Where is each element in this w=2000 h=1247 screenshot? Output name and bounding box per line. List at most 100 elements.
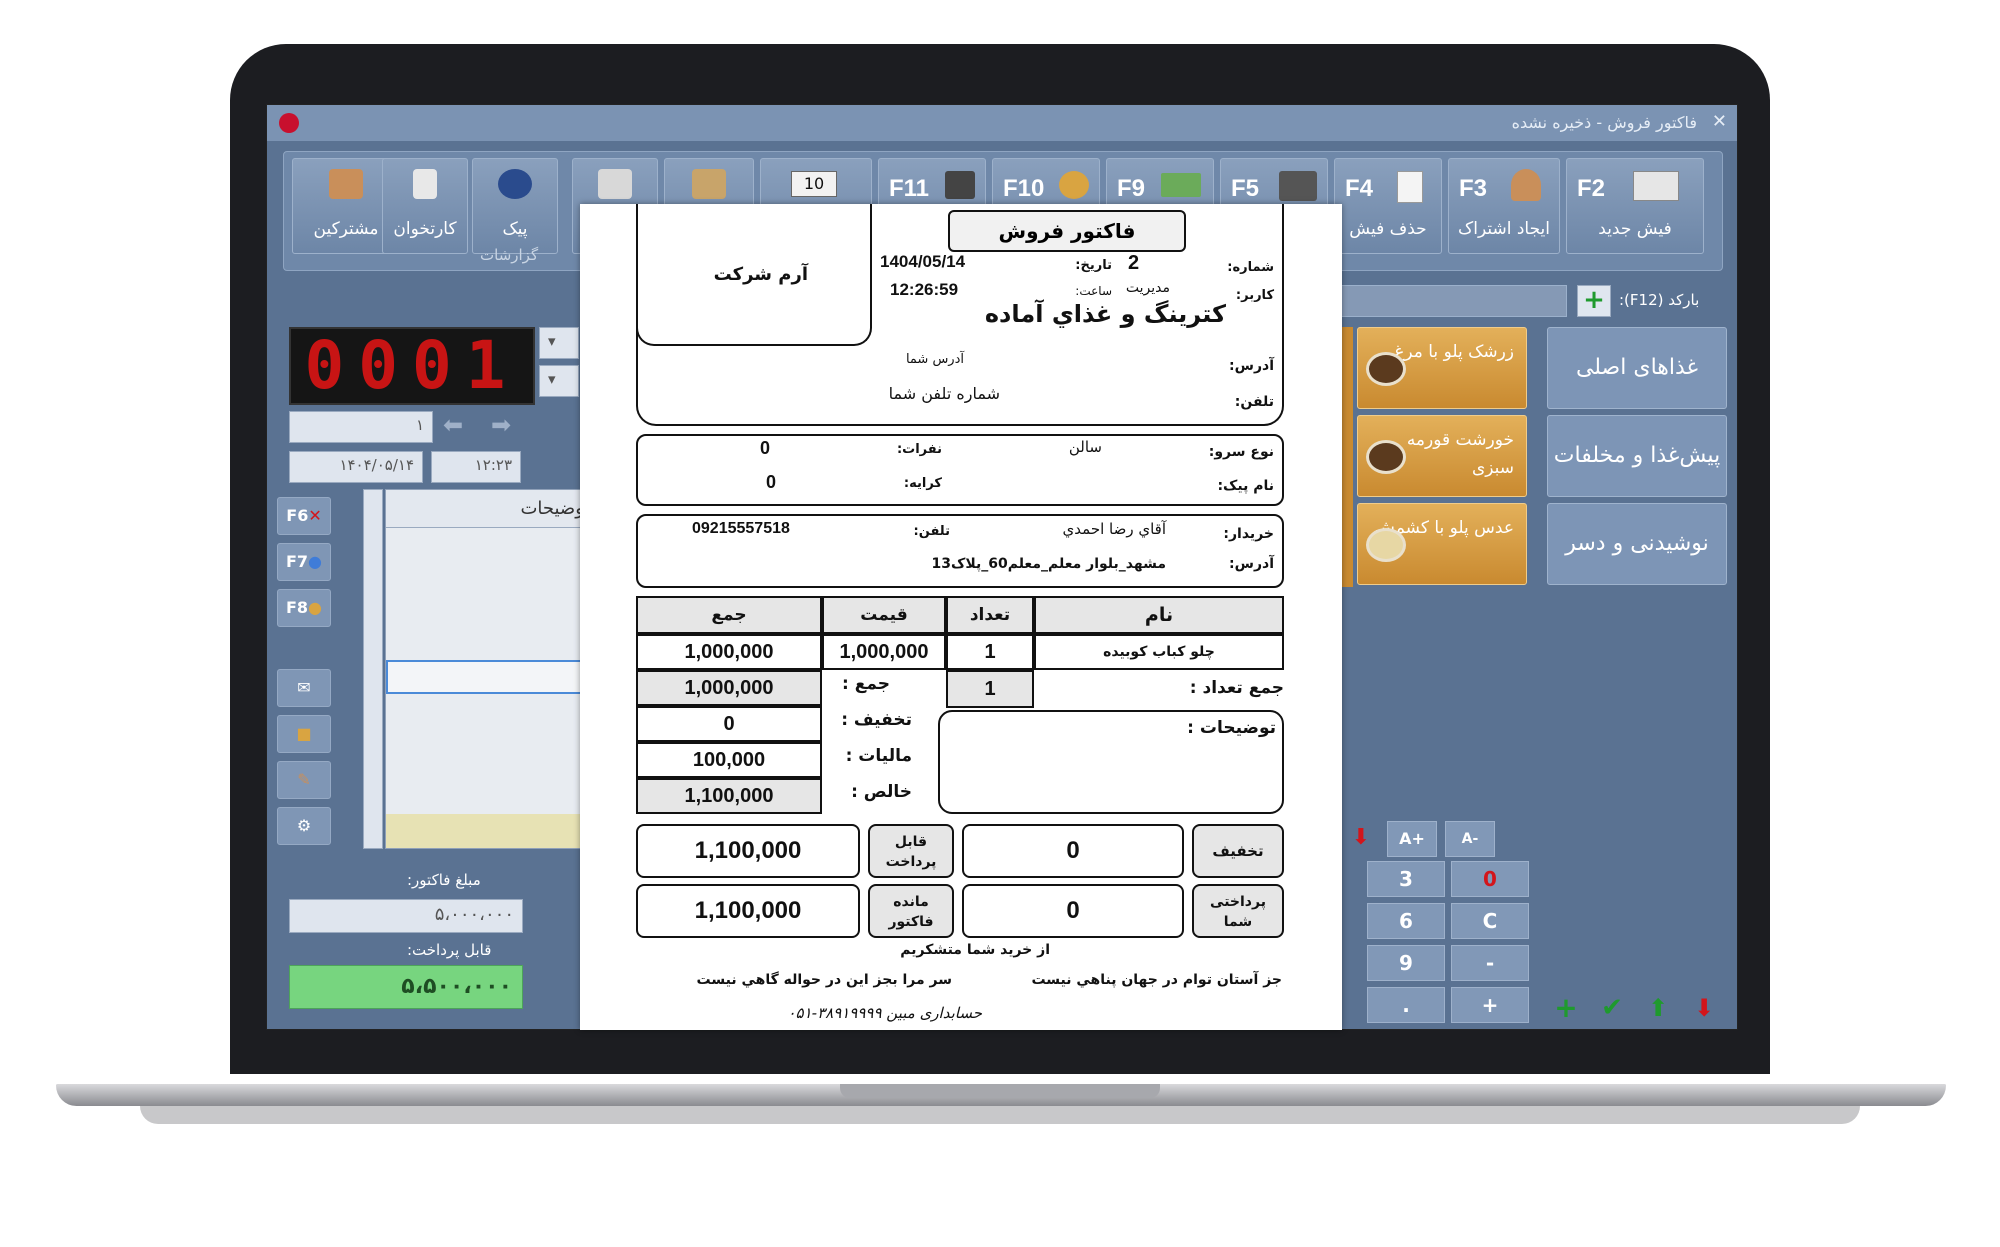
food-item-2[interactable]: خورشت قورمه سبزی xyxy=(1357,415,1527,497)
keypad-key[interactable]: . xyxy=(1367,987,1445,1023)
f9-key: F9 xyxy=(1117,175,1146,202)
mail-button[interactable]: ✉ xyxy=(277,669,331,707)
delete-receipt-label: حذف فیش xyxy=(1349,219,1427,239)
poem-line-left: سر مرا بجز اين در حواله گاهي نيست xyxy=(696,972,952,988)
col-total-header: جمع xyxy=(636,596,822,634)
payable-value: 1,100,000 xyxy=(636,824,860,878)
keypad-key[interactable]: 9 xyxy=(1367,945,1445,981)
tools-button[interactable]: ✎ xyxy=(277,761,331,799)
back-arrow-icon[interactable]: ⬅ xyxy=(443,411,463,439)
net-label: خالص : xyxy=(851,782,912,802)
f6-key: F6 xyxy=(286,506,309,525)
up-arrow-icon[interactable]: ⬆ xyxy=(1639,993,1677,1027)
app-logo-icon xyxy=(279,113,299,133)
new-receipt-label: فیش جدید xyxy=(1598,219,1672,239)
f8-key: F8 xyxy=(285,598,309,617)
item-total: 1,000,000 xyxy=(636,634,822,670)
people-icon xyxy=(329,169,363,199)
f8-button[interactable]: F8● xyxy=(277,589,331,627)
courier-label: پیک xyxy=(502,219,528,239)
new-receipt-button[interactable]: F2 فیش جدید xyxy=(1566,158,1704,254)
receipt-title: فاکتور فروش xyxy=(948,210,1186,252)
food-item-label: زرشک پلو با مرغ xyxy=(1394,342,1514,362)
time-field[interactable]: ۱۲:۲۳ xyxy=(431,451,521,483)
qty-sum-label: جمع تعداد : xyxy=(1189,678,1284,698)
title-bar: فاکتور فروش - ذخیره نشده ✕ xyxy=(267,105,1737,141)
lock-button[interactable]: ■ xyxy=(277,715,331,753)
add-icon[interactable]: + xyxy=(1547,993,1585,1027)
courier-button[interactable]: پیک xyxy=(472,158,558,254)
card-reader-icon xyxy=(413,169,437,199)
dropdown-1[interactable]: ▾ xyxy=(539,327,579,359)
receipt-preview: آرم شرکت فاکتور فروش شماره: 2 تاریخ: 140… xyxy=(580,204,1342,1030)
coins-icon xyxy=(1059,171,1089,199)
phone-label: تلفن: xyxy=(1234,394,1274,410)
tax-value: 100,000 xyxy=(636,742,822,778)
food-image-icon xyxy=(1366,440,1406,474)
buyer-phone: 09215557518 xyxy=(692,520,790,537)
discount-box-value: 0 xyxy=(962,824,1184,878)
company-address: آدرس شما xyxy=(905,352,964,367)
category-main-dishes[interactable]: غذاهای اصلی xyxy=(1547,327,1727,409)
category-appetizers[interactable]: پیش‌غذا و مخلفات xyxy=(1547,415,1727,497)
grid-scrollbar[interactable] xyxy=(363,489,383,849)
date-field[interactable]: ۱۴۰۴/۰۵/۱۴ xyxy=(289,451,423,483)
qty-sum-value: 1 xyxy=(946,670,1034,708)
receipt-time: 12:26:59 xyxy=(890,280,959,299)
dropdown-2[interactable]: ▾ xyxy=(539,365,579,397)
f7-button[interactable]: F7● xyxy=(277,543,331,581)
receipt-date: 1404/05/14 xyxy=(880,252,966,271)
delete-receipt-button[interactable]: F4 حذف فیش xyxy=(1334,158,1442,254)
col-qty-header: تعداد xyxy=(946,596,1034,634)
delete-document-icon xyxy=(1397,171,1423,203)
f10-key: F10 xyxy=(1003,175,1045,202)
courier-label: نام پیک: xyxy=(1217,478,1274,494)
coins-icon: ● xyxy=(308,598,323,617)
service-label: نوع سرو: xyxy=(1208,444,1274,460)
food-item-1[interactable]: زرشک پلو با مرغ xyxy=(1357,327,1527,409)
check-icon[interactable]: ✔ xyxy=(1593,993,1631,1027)
copies-input[interactable]: 10 xyxy=(791,171,837,197)
font-bigger-button[interactable]: A+ xyxy=(1387,821,1437,857)
down-arrow-icon[interactable]: ⬇ xyxy=(1685,993,1723,1027)
company-logo-text: آرم شرکت xyxy=(713,264,808,285)
fee-label: کرایه: xyxy=(903,476,942,491)
keypad-key[interactable]: + xyxy=(1451,987,1529,1023)
food-image-icon xyxy=(1366,528,1406,562)
laptop-notch xyxy=(840,1084,1160,1098)
keypad-key[interactable]: C xyxy=(1451,903,1529,939)
card-reader-button[interactable]: کارتخوان xyxy=(382,158,468,254)
counter-field[interactable]: ۱ xyxy=(289,411,433,443)
keypad-key[interactable]: 3 xyxy=(1367,861,1445,897)
buyer-phone-label: تلفن: xyxy=(913,524,950,539)
f11-key: F11 xyxy=(889,175,930,202)
receipt-number: 2 xyxy=(1128,252,1140,274)
discount-box-label: تخفیف xyxy=(1192,824,1284,878)
business-name: کترینگ و غذاي آماده xyxy=(984,300,1226,328)
category-drinks-desserts[interactable]: نوشیدنی و دسر xyxy=(1547,503,1727,585)
font-smaller-button[interactable]: A- xyxy=(1445,821,1495,857)
address-label: آدرس: xyxy=(1229,358,1274,374)
notes-label: توضیحات : xyxy=(1187,718,1276,738)
f6-button[interactable]: F6✕ xyxy=(277,497,331,535)
gear-icon: ⚙ xyxy=(296,816,312,835)
keypad-key[interactable]: 6 xyxy=(1367,903,1445,939)
keypad-key[interactable]: - xyxy=(1451,945,1529,981)
create-subscription-button[interactable]: F3 ایجاد اشتراک xyxy=(1448,158,1560,254)
settings-button[interactable]: ⚙ xyxy=(277,807,331,845)
tax-label: مالیات : xyxy=(845,746,912,766)
forward-arrow-icon[interactable]: ➡ xyxy=(491,411,511,439)
laptop-shadow xyxy=(140,1106,1860,1124)
remaining-value: 1,100,000 xyxy=(636,884,860,938)
close-icon[interactable]: ✕ xyxy=(1712,111,1727,132)
invoice-amount-label: مبلغ فاکتور: xyxy=(407,871,481,889)
food-item-label: خورشت قورمه سبزی xyxy=(1406,430,1514,478)
printer-icon xyxy=(692,169,726,199)
down-arrow-icon[interactable]: ⬇ xyxy=(1341,821,1381,855)
keypad-key[interactable]: 0 xyxy=(1451,861,1529,897)
food-item-3[interactable]: عدس پلو با کشمش xyxy=(1357,503,1527,585)
mail-icon: ✉ xyxy=(297,678,311,697)
add-barcode-button[interactable]: + xyxy=(1577,285,1611,317)
seats-label: نفرات: xyxy=(896,442,942,457)
payable-field: ۵،۵۰۰،۰۰۰ xyxy=(289,965,523,1009)
